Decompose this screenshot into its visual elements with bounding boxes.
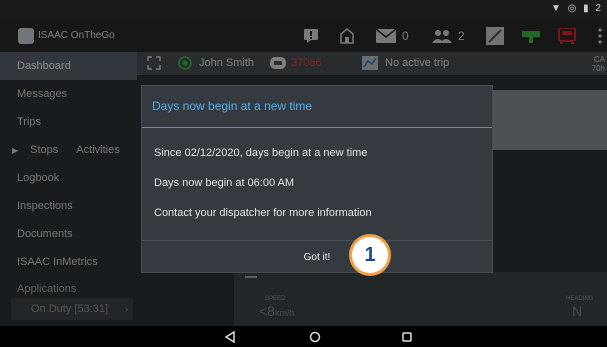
dialog-header: Days now begin at a new time	[142, 86, 492, 128]
step-callout-number: 1	[352, 237, 388, 273]
dialog-message-line: Days now begin at 06:00 AM	[154, 177, 295, 189]
status-bar: ▼ ◎ ▮ 2	[0, 0, 607, 20]
dialog-message-line: Since 02/12/2020, days begin at a new ti…	[154, 147, 368, 159]
home-icon[interactable]	[306, 328, 324, 346]
dialog-footer: Got it!	[142, 240, 492, 273]
status-icons: ▼ ◎ ▮ 2	[550, 3, 603, 14]
got-it-button[interactable]: Got it!	[282, 247, 352, 269]
step-callout-badge: 1	[349, 234, 391, 276]
android-nav-bar	[0, 326, 607, 347]
new-day-start-dialog: Days now begin at a new time Since 02/12…	[141, 85, 493, 273]
recent-apps-icon[interactable]	[398, 328, 416, 346]
back-icon[interactable]	[221, 328, 239, 346]
dialog-title: Days now begin at a new time	[152, 99, 313, 113]
dialog-message-line: Contact your dispatcher for more informa…	[154, 207, 372, 219]
